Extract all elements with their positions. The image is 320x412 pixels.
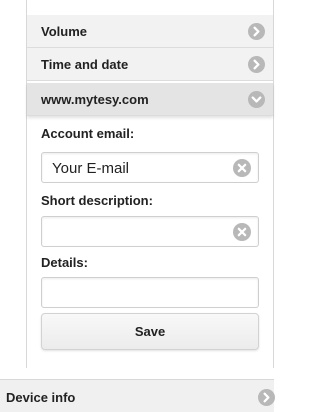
clear-icon[interactable] bbox=[233, 223, 251, 241]
clear-icon[interactable] bbox=[233, 159, 251, 177]
section-time-and-date-label: Time and date bbox=[41, 57, 129, 72]
chevron-right-icon bbox=[248, 23, 265, 40]
save-button[interactable]: Save bbox=[41, 313, 259, 350]
section-mytesy-label: www.mytesy.com bbox=[41, 92, 149, 107]
section-mytesy[interactable]: www.mytesy.com bbox=[27, 83, 273, 116]
chevron-right-icon bbox=[258, 389, 275, 406]
email-label: Account email: bbox=[41, 126, 135, 141]
short-description-field[interactable] bbox=[41, 216, 259, 247]
email-field[interactable]: Your E-mail bbox=[41, 152, 259, 183]
section-device-info-label: Device info bbox=[6, 390, 76, 405]
chevron-right-icon bbox=[248, 56, 265, 73]
settings-panel: Volume Time and date www.mytesy.com Acco… bbox=[26, 0, 274, 368]
section-device-info[interactable]: Device info bbox=[0, 379, 275, 412]
details-field[interactable] bbox=[41, 277, 259, 308]
email-field-value: Your E-mail bbox=[52, 160, 129, 177]
chevron-down-icon bbox=[248, 91, 265, 108]
short-description-label: Short description: bbox=[41, 193, 153, 208]
section-time-and-date[interactable]: Time and date bbox=[27, 48, 273, 81]
details-label: Details: bbox=[41, 255, 88, 270]
section-volume[interactable]: Volume bbox=[27, 15, 273, 48]
section-volume-label: Volume bbox=[41, 24, 87, 39]
